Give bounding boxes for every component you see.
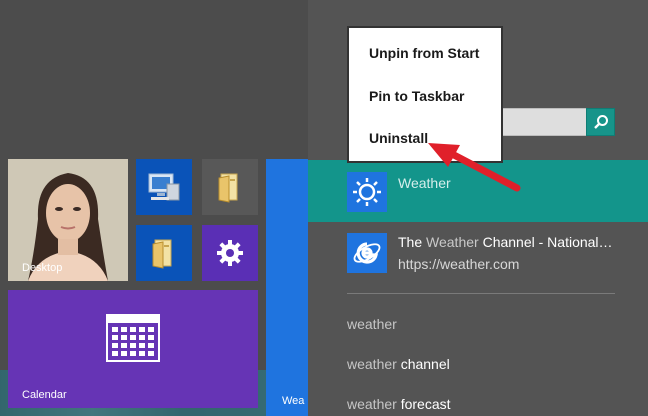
folder-icon	[218, 173, 238, 203]
results-divider	[347, 293, 615, 294]
computer-icon	[148, 173, 180, 201]
start-screen: Desktop Calendar Wea	[0, 0, 308, 416]
file-explorer-tile[interactable]	[136, 225, 192, 281]
internet-explorer-icon	[353, 242, 381, 264]
search-suggestion[interactable]: weather channel	[347, 356, 450, 372]
search-button[interactable]	[586, 108, 615, 136]
menu-item-unpin-from-start[interactable]: Unpin from Start	[369, 45, 479, 61]
desktop-tile[interactable]: Desktop	[8, 159, 128, 281]
this-pc-tile[interactable]	[136, 159, 192, 215]
search-suggestion[interactable]: weather forecast	[347, 396, 451, 412]
search-icon	[593, 115, 608, 129]
pc-settings-tile[interactable]	[202, 225, 258, 281]
search-suggestion[interactable]: weather	[347, 316, 397, 332]
web-result-icon[interactable]	[347, 233, 387, 273]
sun-icon	[353, 178, 381, 206]
web-result-url: https://weather.com	[398, 256, 520, 272]
calendar-icon	[106, 314, 160, 362]
weather-tile-label: Wea	[282, 395, 305, 407]
web-result-title[interactable]: The Weather Channel - National…	[398, 234, 613, 250]
documents-tile[interactable]	[202, 159, 258, 215]
menu-item-pin-to-taskbar[interactable]: Pin to Taskbar	[369, 88, 464, 104]
calendar-tile-label: Calendar	[22, 389, 67, 401]
weather-app-icon	[347, 172, 387, 212]
weather-tile[interactable]: Wea	[266, 159, 308, 416]
desktop-tile-label: Desktop	[22, 262, 63, 274]
calendar-tile[interactable]: Calendar	[8, 290, 258, 408]
folder-icon	[152, 239, 172, 269]
gear-icon	[217, 240, 243, 266]
annotation-arrow-icon	[428, 143, 521, 192]
